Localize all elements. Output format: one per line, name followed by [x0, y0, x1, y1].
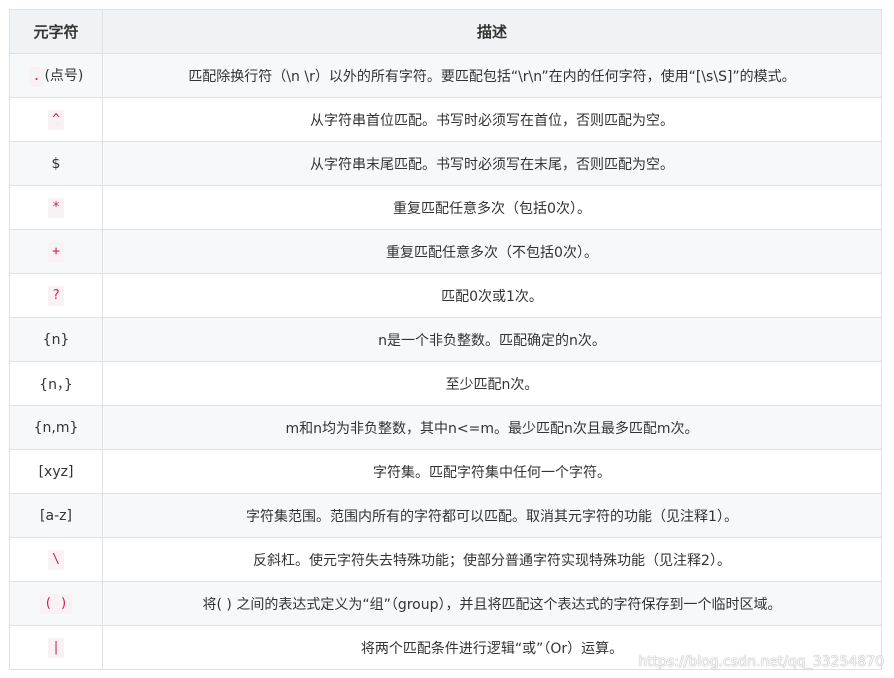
description-cell: 从字符串末尾匹配。书写时必须写在末尾，否则匹配为空。 [102, 141, 882, 186]
description-cell: m和n均为非负整数，其中n<=m。最少匹配n次且最多匹配m次。 [102, 405, 882, 450]
description-cell: 重复匹配任意多次（不包括0次）。 [102, 229, 882, 274]
table-row: ^ 从字符串首位匹配。书写时必须写在首位，否则匹配为空。 [9, 97, 882, 142]
metacharacter-symbol: ? [48, 285, 64, 306]
description-cell: 反斜杠。使元字符失去特殊功能；使部分普通字符实现特殊功能（见注释2）。 [102, 537, 882, 582]
description-cell: 至少匹配n次。 [102, 361, 882, 406]
metacharacter-cell: \ [9, 537, 103, 582]
description-cell: 匹配0次或1次。 [102, 273, 882, 318]
header-description: 描述 [102, 9, 882, 54]
metacharacter-symbol: | [48, 637, 64, 658]
table-header-row: 元字符 描述 [9, 9, 882, 54]
watermark: https://blog.csdn.net/qq_33254870 [638, 654, 884, 670]
metacharacter-note: (点号) [44, 67, 84, 84]
metacharacter-cell: ? [9, 273, 103, 318]
table-row: {n，} 至少匹配n次。 [9, 361, 882, 406]
description-cell: 从字符串首位匹配。书写时必须写在首位，否则匹配为空。 [102, 97, 882, 142]
metacharacter-cell: {n} [9, 317, 103, 362]
table-row: ? 匹配0次或1次。 [9, 273, 882, 318]
table-row: {n,m} m和n均为非负整数，其中n<=m。最少匹配n次且最多匹配m次。 [9, 405, 882, 450]
metacharacter-symbol: [a-z] [40, 507, 72, 524]
description-cell: 匹配除换行符（\n \r）以外的所有字符。要匹配包括“\r\n”在内的任何字符，… [102, 53, 882, 98]
metacharacter-symbol: $ [51, 155, 61, 172]
description-cell: 字符集。匹配字符集中任何一个字符。 [102, 449, 882, 494]
metacharacter-symbol: + [48, 241, 64, 262]
description-cell: 将( ) 之间的表达式定义为“组”（group），并且将匹配这个表达式的字符保存… [102, 581, 882, 626]
table-row: {n} n是一个非负整数。匹配确定的n次。 [9, 317, 882, 362]
metacharacter-symbol: ( ) [40, 593, 72, 614]
metacharacter-cell: [a-z] [9, 493, 103, 538]
header-metacharacter: 元字符 [9, 9, 103, 54]
metacharacter-symbol: * [48, 197, 64, 218]
table-row: . (点号) 匹配除换行符（\n \r）以外的所有字符。要匹配包括“\r\n”在内的… [9, 53, 882, 98]
metacharacter-symbol: \ [48, 549, 64, 570]
metacharacter-symbol: [xyz] [38, 463, 74, 480]
metacharacter-cell: {n,m} [9, 405, 103, 450]
metacharacter-symbol: {n,m} [33, 419, 79, 436]
metacharacter-cell: . (点号) [9, 53, 103, 98]
table-row: $ 从字符串末尾匹配。书写时必须写在末尾，否则匹配为空。 [9, 141, 882, 186]
metacharacter-cell: | [9, 625, 103, 670]
table-row: * 重复匹配任意多次（包括0次）。 [9, 185, 882, 230]
description-cell: n是一个非负整数。匹配确定的n次。 [102, 317, 882, 362]
table-row: [a-z] 字符集范围。范围内所有的字符都可以匹配。取消其元字符的功能（见注释1）… [9, 493, 882, 538]
table-row: ( ) 将( ) 之间的表达式定义为“组”（group），并且将匹配这个表达式的字… [9, 581, 882, 626]
table-row: [xyz] 字符集。匹配字符集中任何一个字符。 [9, 449, 882, 494]
metacharacter-symbol: ^ [48, 109, 64, 130]
metacharacter-cell: * [9, 185, 103, 230]
metacharacter-table: 元字符 描述 . (点号) 匹配除换行符（\n \r）以外的所有字符。要匹配包括“\… [9, 9, 882, 670]
metacharacter-cell: + [9, 229, 103, 274]
table-body: . (点号) 匹配除换行符（\n \r）以外的所有字符。要匹配包括“\r\n”在内的… [9, 53, 882, 670]
metacharacter-cell: {n，} [9, 361, 103, 406]
table-row: \ 反斜杠。使元字符失去特殊功能；使部分普通字符实现特殊功能（见注释2）。 [9, 537, 882, 582]
metacharacter-symbol: {n，} [39, 376, 73, 393]
metacharacter-symbol: {n} [42, 331, 70, 348]
description-cell: 字符集范围。范围内所有的字符都可以匹配。取消其元字符的功能（见注释1）。 [102, 493, 882, 538]
metacharacter-cell: $ [9, 141, 103, 186]
table-row: + 重复匹配任意多次（不包括0次）。 [9, 229, 882, 274]
metacharacter-cell: ^ [9, 97, 103, 142]
metacharacter-cell: [xyz] [9, 449, 103, 494]
metacharacter-symbol: . [28, 66, 45, 87]
metacharacter-cell: ( ) [9, 581, 103, 626]
description-cell: 重复匹配任意多次（包括0次）。 [102, 185, 882, 230]
